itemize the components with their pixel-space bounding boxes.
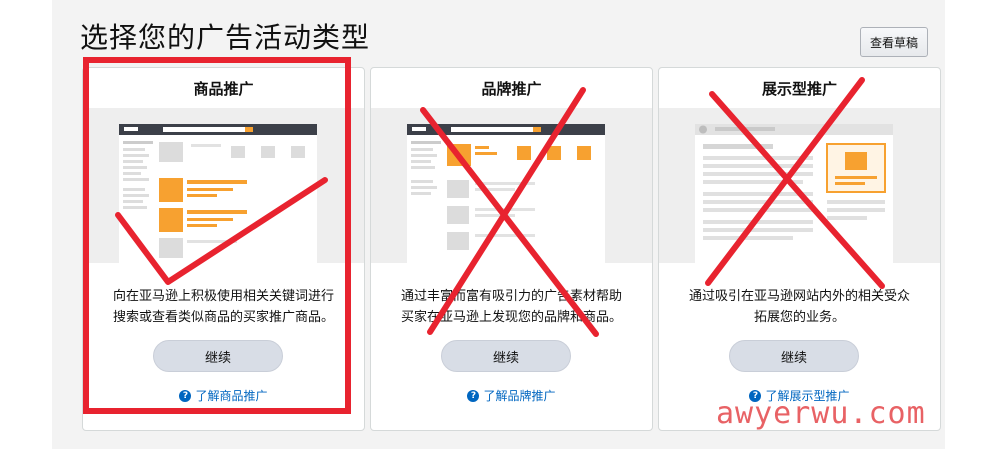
card-description: 通过丰富而富有吸引力的广告素材帮助 买家在亚马逊上发现您的品牌和商品。 [400,289,622,325]
learn-more-link[interactable]: ? 了解商品推广 [83,387,364,404]
help-icon: ? [467,389,480,402]
card-title: 商品推广 [193,80,254,98]
continue-button[interactable]: 继续 [153,340,283,372]
card-description: 通过吸引在亚马逊网站内外的相关受众 拓展您的业务。 [688,289,910,325]
sponsored-products-card: 商品推广 向在亚马逊上积极使用相关关键词进行 搜索或查看类似商品的买家推广商品。… [82,67,365,431]
sponsored-brands-card: 品牌推广 通过丰富而富有吸引力的广告素材帮助 买家在亚马逊上发现您的品牌和商品。… [370,67,653,431]
help-icon: ? [179,389,192,402]
learn-more-link[interactable]: ? 了解品牌推广 [371,387,652,404]
sponsored-products-illustration [83,108,364,263]
sponsored-brands-illustration [371,108,652,263]
page-title: 选择您的广告活动类型 [80,21,371,54]
sponsored-display-card: 展示型推广 通过吸引在亚马逊网站内外的相关受众 拓展您的业务。 继续 ? 了解展… [658,67,941,431]
card-title: 展示型推广 [761,80,837,98]
card-title: 品牌推广 [481,80,542,98]
continue-button[interactable]: 继续 [729,340,859,372]
continue-button[interactable]: 继续 [441,340,571,372]
card-description: 向在亚马逊上积极使用相关关键词进行 搜索或查看类似商品的买家推广商品。 [112,289,334,325]
sponsored-display-illustration [659,108,940,263]
watermark: awyerwu.com [716,396,926,431]
view-drafts-button[interactable]: 查看草稿 [860,27,928,57]
